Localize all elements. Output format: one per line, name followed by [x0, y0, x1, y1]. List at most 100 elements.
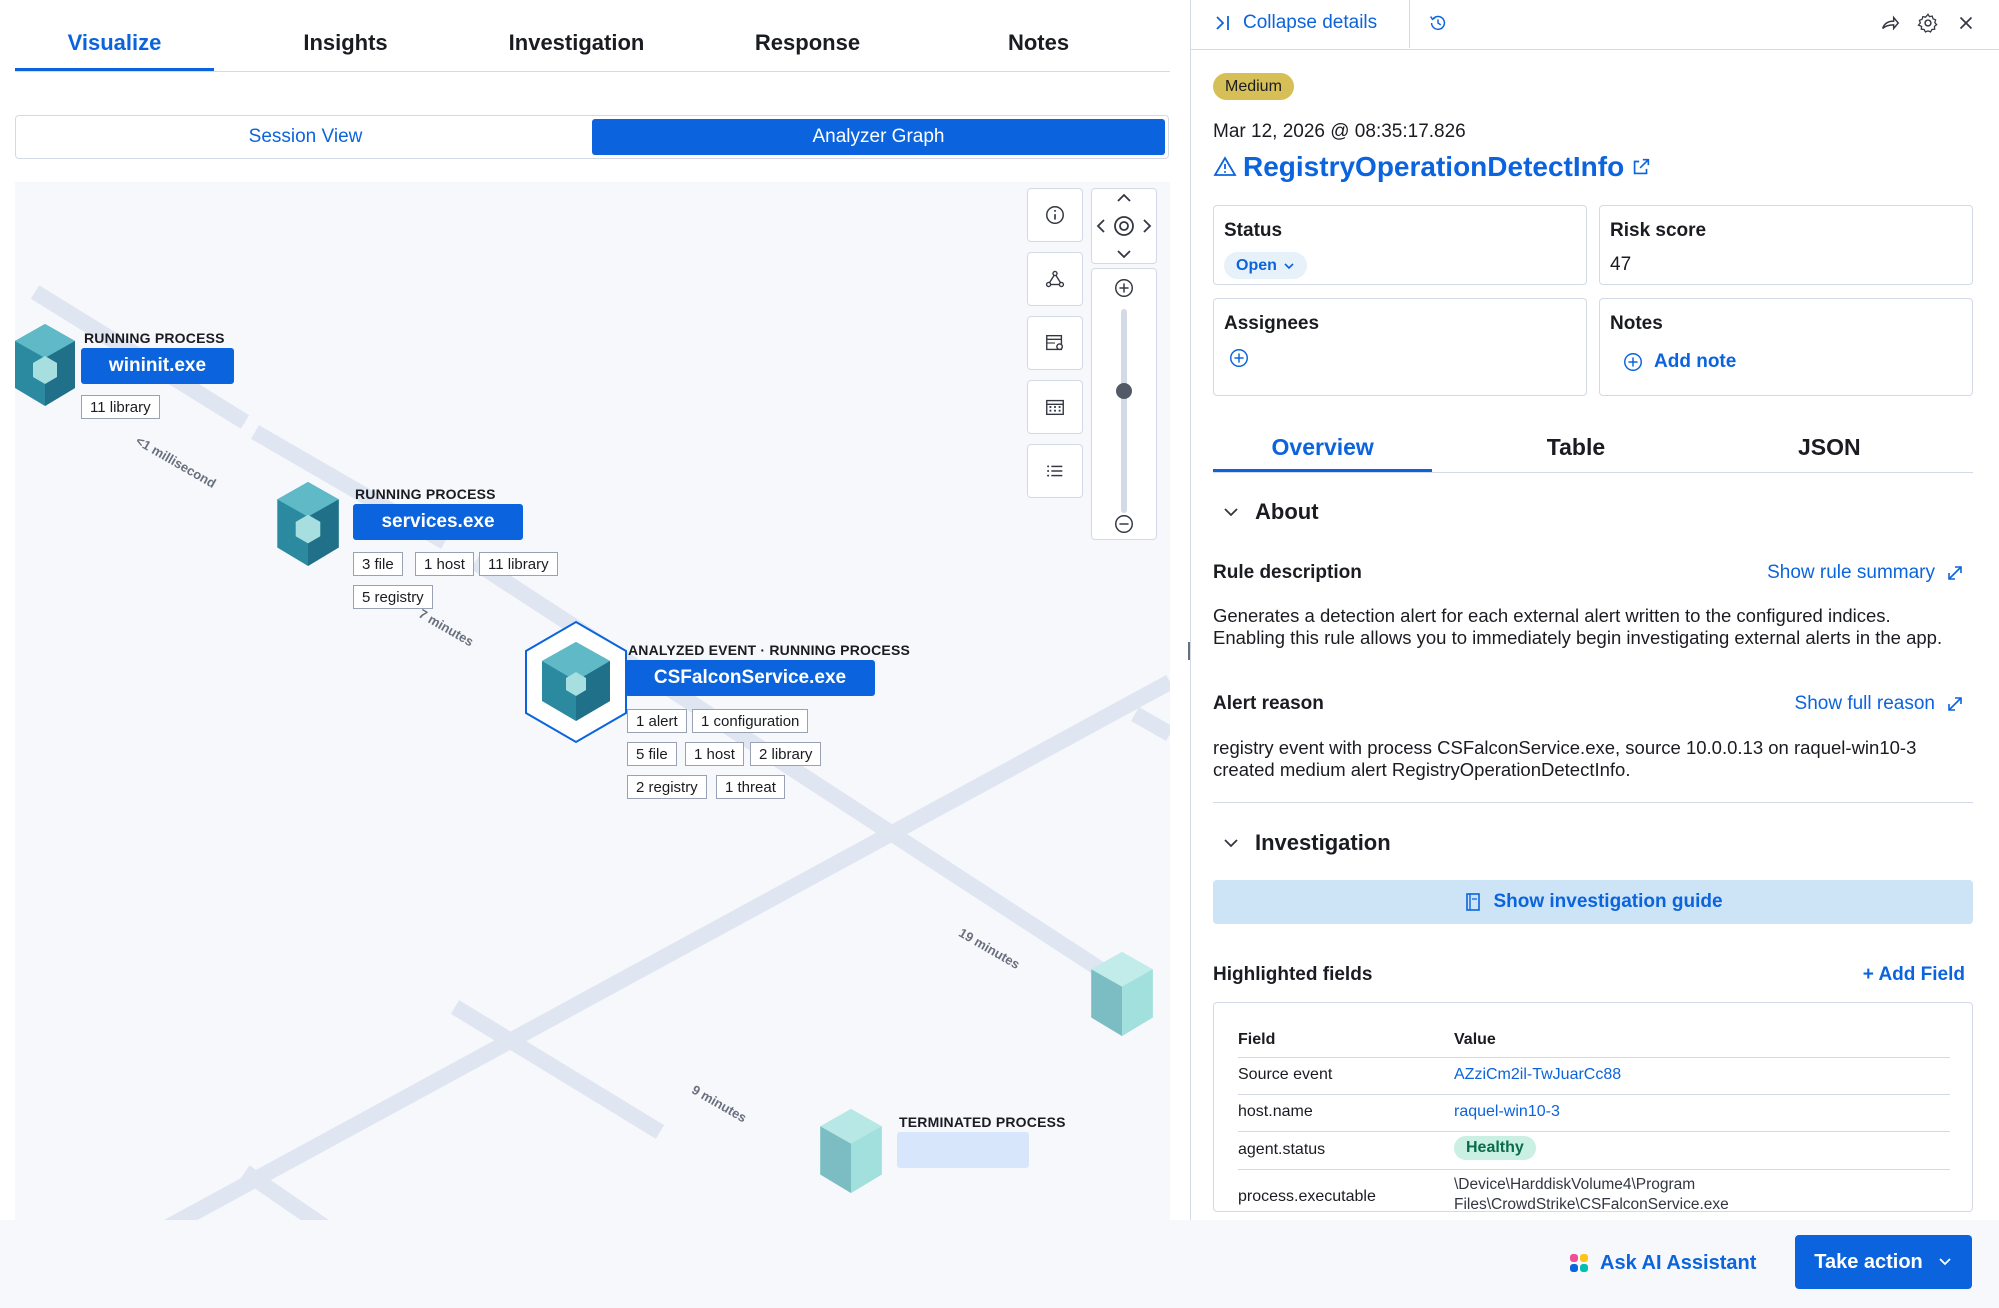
chevron-down-icon [1224, 839, 1238, 848]
table-settings-button[interactable] [1027, 316, 1083, 370]
node-type-label: TERMINATED PROCESS [899, 1114, 1066, 1130]
node-chip[interactable]: 5 file [627, 742, 677, 766]
terminated-cube-icon[interactable] [1085, 952, 1159, 1038]
share-button[interactable] [1875, 8, 1905, 38]
graph-nodes-button[interactable] [1027, 252, 1083, 306]
add-note-label: Add note [1654, 351, 1737, 372]
show-rule-summary-link[interactable]: Show rule summary [1767, 562, 1965, 584]
node-name-button[interactable]: wininit.exe [81, 348, 234, 384]
tab-table[interactable]: Table [1466, 420, 1685, 472]
severity-badge: Medium [1213, 73, 1294, 100]
calendar-button[interactable] [1027, 380, 1083, 434]
table-row: host.name raquel-win10-3 [1238, 1095, 1950, 1132]
show-investigation-guide-button[interactable]: Show investigation guide [1213, 880, 1973, 924]
alert-reason-text: registry event with process CSFalconServ… [1213, 737, 1917, 780]
status-label: Status [1224, 220, 1283, 241]
list-icon [1047, 465, 1063, 477]
share-icon [1881, 15, 1900, 31]
node-name-button[interactable]: services.exe [353, 504, 523, 540]
zoom-slider-handle[interactable] [1116, 383, 1132, 399]
notes-label: Notes [1610, 313, 1663, 334]
tab-visualize[interactable]: Visualize [15, 18, 214, 71]
collapse-details-button[interactable]: Collapse details [1213, 10, 1377, 36]
settings-button[interactable] [1913, 8, 1943, 38]
tab-json[interactable]: JSON [1720, 420, 1939, 472]
take-action-button[interactable]: Take action [1795, 1235, 1972, 1289]
terminated-cube-icon[interactable] [814, 1109, 888, 1195]
tab-overview[interactable]: Overview [1213, 420, 1433, 472]
source-event-link[interactable]: AZziCm2il-TwJuarCc88 [1454, 1066, 1621, 1084]
plus-circle-icon [1624, 353, 1642, 371]
node-chip[interactable]: 3 file [353, 552, 403, 576]
node-chip[interactable]: 2 registry [627, 775, 707, 799]
pan-control[interactable] [1091, 188, 1157, 264]
gear-icon [1917, 13, 1938, 33]
status-card: Status Open [1213, 205, 1587, 285]
info-button[interactable] [1027, 188, 1083, 242]
list-button[interactable] [1027, 444, 1083, 498]
node-name-button[interactable] [897, 1132, 1029, 1168]
investigation-section-toggle[interactable]: Investigation [1221, 828, 1391, 858]
chevron-down-icon [1224, 508, 1238, 517]
process-cube-icon[interactable] [271, 482, 345, 568]
tab-notes[interactable]: Notes [939, 18, 1138, 71]
node-chip[interactable]: 11 library [81, 395, 160, 419]
view-toggle: Session View Analyzer Graph [15, 115, 1169, 159]
calendar-icon [1046, 399, 1064, 416]
ask-ai-assistant-button[interactable]: Ask AI Assistant [1568, 1248, 1756, 1278]
table-gear-icon [1046, 334, 1064, 351]
details-tabs: Overview Table JSON [1213, 420, 1973, 473]
node-chip[interactable]: 5 registry [353, 585, 433, 609]
flyout-header: Collapse details [1191, 0, 1999, 50]
warning-icon [1213, 156, 1237, 176]
history-icon [1430, 15, 1446, 31]
expand-icon [1948, 697, 1962, 711]
analyzer-graph-canvas[interactable]: <1 millisecond 7 minutes 19 minutes 9 mi… [15, 182, 1170, 1234]
add-field-button[interactable]: + Add Field [1863, 964, 1965, 986]
history-button[interactable] [1423, 8, 1453, 38]
risk-score-value: 47 [1610, 254, 1632, 275]
about-section-toggle[interactable]: About [1221, 497, 1319, 527]
field-name: host.name [1238, 1103, 1313, 1120]
chevron-down-icon [1939, 1258, 1951, 1266]
expand-icon [1948, 566, 1962, 580]
node-chip[interactable]: 1 alert [627, 709, 687, 733]
close-button[interactable] [1951, 8, 1981, 38]
host-name-link[interactable]: raquel-win10-3 [1454, 1103, 1560, 1121]
node-chip[interactable]: 1 host [685, 742, 744, 766]
chevron-down-icon [1284, 262, 1294, 269]
node-chip[interactable]: 1 threat [716, 775, 785, 799]
analyzed-process-cube-icon[interactable] [524, 620, 628, 744]
agent-status-badge: Healthy [1454, 1136, 1536, 1160]
add-assignee-icon[interactable] [1228, 347, 1250, 369]
table-row: Source event AZziCm2il-TwJuarCc88 [1238, 1059, 1950, 1095]
field-column-header: Field [1238, 1031, 1276, 1048]
tab-response[interactable]: Response [708, 18, 907, 71]
node-chip[interactable]: 1 host [415, 552, 474, 576]
tab-investigation[interactable]: Investigation [477, 18, 676, 71]
zoom-slider-track[interactable] [1121, 309, 1127, 513]
status-dropdown[interactable]: Open [1224, 252, 1307, 279]
node-name-button[interactable]: CSFalconService.exe [625, 660, 875, 696]
analyzer-graph-button[interactable]: Analyzer Graph [592, 119, 1165, 155]
node-chip[interactable]: 1 configuration [692, 709, 809, 733]
about-heading: About [1255, 499, 1319, 524]
ask-ai-label: Ask AI Assistant [1600, 1251, 1757, 1274]
alert-details-flyout: Collapse details Medium Mar 12, 2026 @ 0… [1190, 0, 1999, 1308]
add-note-button[interactable]: Add note [1622, 351, 1736, 373]
investigation-heading: Investigation [1255, 830, 1391, 855]
ai-assistant-icon [1570, 1254, 1588, 1272]
tab-insights[interactable]: Insights [246, 18, 445, 71]
node-chip[interactable]: 11 library [479, 552, 558, 576]
alert-title-text: RegistryOperationDetectInfo [1243, 151, 1625, 182]
alert-title-link[interactable]: RegistryOperationDetectInfo [1213, 150, 1652, 184]
session-view-button[interactable]: Session View [19, 119, 592, 155]
node-graph-icon [1045, 270, 1065, 288]
node-chip[interactable]: 2 library [750, 742, 822, 766]
zoom-in-icon[interactable] [1113, 277, 1135, 299]
pan-target-icon [1096, 193, 1152, 259]
collapse-right-icon [1216, 16, 1229, 30]
zoom-out-icon[interactable] [1113, 513, 1135, 535]
process-cube-icon[interactable] [15, 324, 75, 408]
show-full-reason-link[interactable]: Show full reason [1795, 693, 1965, 715]
